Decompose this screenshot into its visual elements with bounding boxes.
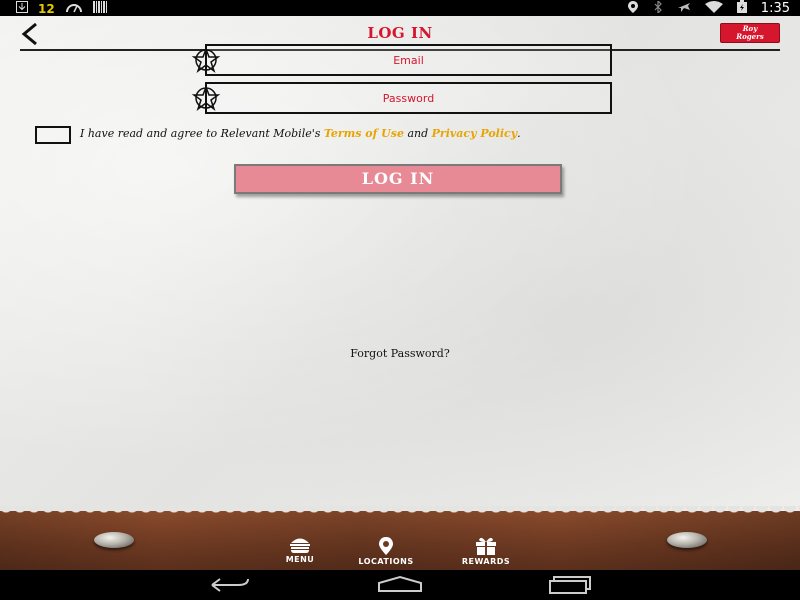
speedometer-icon	[65, 1, 83, 17]
email-field[interactable]	[207, 46, 610, 74]
burger-icon	[290, 538, 310, 553]
email-field-frame	[205, 44, 612, 76]
nav-rewards-label: REWARDS	[461, 557, 511, 566]
notification-badge: 12	[38, 2, 55, 16]
system-home-icon	[378, 575, 422, 592]
rivet-decoration	[667, 532, 707, 548]
barcode-icon	[92, 1, 107, 17]
nav-locations-label: LOCATIONS	[358, 557, 414, 566]
privacy-policy-link[interactable]: Privacy Policy	[432, 127, 517, 140]
back-button[interactable]	[18, 20, 48, 48]
system-back-icon	[211, 578, 249, 592]
status-bar: 12 1:35	[0, 0, 800, 16]
location-icon	[627, 0, 639, 17]
battery-icon	[736, 0, 747, 17]
back-arrow-icon	[21, 22, 37, 46]
gift-icon	[476, 537, 496, 555]
terms-of-use-link[interactable]: Terms of Use	[324, 127, 404, 140]
nav-rewards-button[interactable]: REWARDS	[446, 537, 526, 566]
airplane-icon	[677, 1, 691, 17]
star-icon	[188, 83, 224, 113]
forgot-password-link[interactable]: Forgot Password?	[300, 347, 500, 360]
logo-line-2: Rogers	[736, 32, 764, 41]
agree-prefix: I have read and agree to Relevant Mobile…	[80, 127, 324, 140]
nav-menu-label: MENU	[285, 555, 315, 564]
page-title: LOG IN	[367, 24, 433, 42]
star-icon	[188, 45, 224, 75]
agree-suffix: .	[517, 127, 521, 140]
login-button[interactable]: LOG IN	[234, 164, 562, 194]
torn-paper-edge	[0, 506, 800, 516]
status-time: 1:35	[760, 1, 790, 16]
wifi-icon	[704, 0, 723, 17]
agree-checkbox[interactable]	[35, 126, 71, 144]
brand-logo: Roy Rogers	[720, 23, 780, 43]
system-navigation-bar	[0, 570, 800, 600]
rivet-decoration	[94, 532, 134, 548]
status-left-icons: 12	[16, 1, 107, 17]
system-recents-icon	[549, 576, 591, 594]
agree-text: I have read and agree to Relevant Mobile…	[80, 127, 720, 140]
location-pin-icon	[379, 537, 393, 555]
agree-and: and	[403, 127, 432, 140]
nav-locations-button[interactable]: LOCATIONS	[346, 537, 426, 566]
system-home-button[interactable]	[375, 575, 425, 595]
password-field[interactable]	[207, 84, 610, 112]
bluetooth-icon	[653, 0, 663, 17]
password-field-frame	[205, 82, 612, 114]
nav-menu-button[interactable]: MENU	[260, 537, 340, 564]
system-recents-button[interactable]	[548, 575, 598, 595]
status-right-icons: 1:35	[627, 0, 790, 17]
download-icon	[16, 1, 28, 17]
system-back-button[interactable]	[204, 575, 254, 595]
